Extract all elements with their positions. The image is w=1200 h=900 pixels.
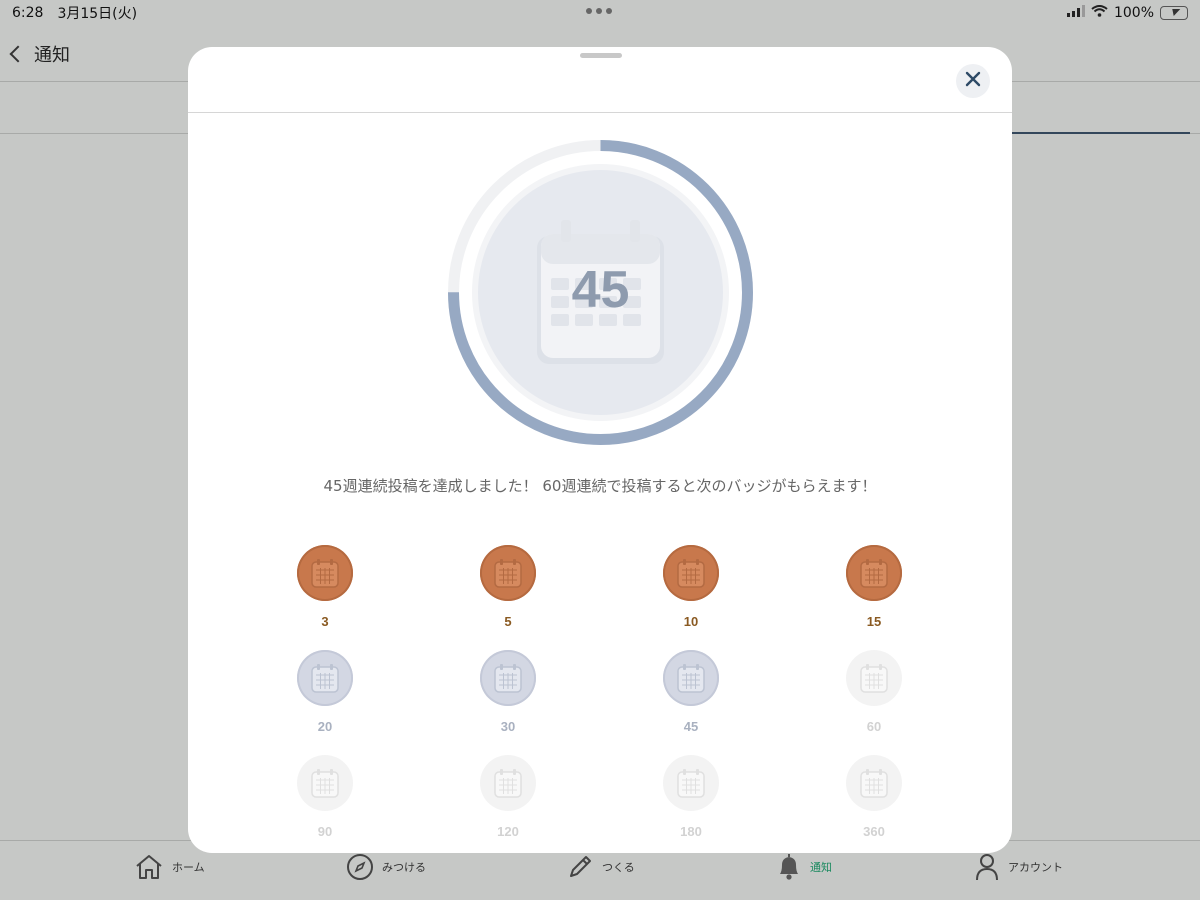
badge-label: 5 <box>504 614 512 629</box>
badge-label: 20 <box>317 719 333 734</box>
achieved-weeks-number: 45 <box>571 261 630 319</box>
badge-label: 45 <box>683 719 699 734</box>
achievement-message: 45週連続投稿を達成しました！ 60週連続で投稿すると次のバッジがもらえます！ <box>323 477 877 495</box>
close-icon <box>965 71 981 91</box>
tab-notifications[interactable]: 通知 <box>776 853 832 881</box>
battery-percent: 100% <box>1113 5 1154 21</box>
badge-item[interactable]: 90 <box>265 755 385 839</box>
multitasking-dots[interactable] <box>586 8 612 14</box>
badge-label: 30 <box>500 719 516 734</box>
badge-label: 180 <box>680 824 702 839</box>
badge-modal: 45 45週連続投稿を達成しました！ 60週連続で投稿すると次のバッジがもらえま… <box>188 47 1012 853</box>
bell-icon <box>776 853 802 881</box>
back-button[interactable]: 通知 <box>9 41 70 67</box>
status-time: 6:28 <box>12 5 44 21</box>
tab-label: 通知 <box>810 861 832 874</box>
calendar-icon <box>480 650 536 706</box>
battery-icon <box>1160 6 1188 20</box>
calendar-icon <box>480 755 536 811</box>
badge-item[interactable]: 30 <box>448 650 568 734</box>
chevron-left-icon <box>9 45 27 62</box>
tab-account[interactable]: アカウント <box>974 853 1063 881</box>
badge-item[interactable]: 45 <box>631 650 751 734</box>
calendar-icon <box>663 755 719 811</box>
home-icon <box>134 853 164 881</box>
tab-discover[interactable]: みつける <box>346 853 426 881</box>
tab-label: ホーム <box>172 861 205 874</box>
calendar-icon <box>663 650 719 706</box>
badge-label: 10 <box>683 614 699 629</box>
badge-label: 90 <box>317 824 333 839</box>
tab-create[interactable]: つくる <box>566 853 635 881</box>
tab-label: アカウント <box>1008 861 1063 874</box>
badge-item[interactable]: 180 <box>631 755 751 839</box>
calendar-icon <box>663 545 719 601</box>
calendar-icon <box>297 545 353 601</box>
badge-item[interactable]: 15 <box>814 545 934 629</box>
tab-home[interactable]: ホーム <box>134 853 205 881</box>
calendar-icon <box>297 650 353 706</box>
calendar-icon <box>480 545 536 601</box>
calendar-icon <box>297 755 353 811</box>
wifi-icon <box>1091 5 1108 21</box>
badge-label: 360 <box>863 824 885 839</box>
badge-item[interactable]: 60 <box>814 650 934 734</box>
pencil-icon <box>566 853 594 881</box>
calendar-icon <box>846 755 902 811</box>
badge-item[interactable]: 120 <box>448 755 568 839</box>
tab-label: つくる <box>602 861 635 874</box>
status-date: 3月15日(火) <box>57 6 138 22</box>
active-segment-indicator <box>1012 132 1190 134</box>
badge-label: 60 <box>866 719 882 734</box>
compass-icon <box>346 853 374 881</box>
back-button-label: 通知 <box>34 44 70 66</box>
badge-item[interactable]: 360 <box>814 755 934 839</box>
badge-label: 120 <box>497 824 519 839</box>
badge-item[interactable]: 5 <box>448 545 568 629</box>
badge-item[interactable]: 20 <box>265 650 385 734</box>
badge-label: 3 <box>321 614 329 629</box>
badge-label: 15 <box>866 614 882 629</box>
badge-item[interactable]: 3 <box>265 545 385 629</box>
tab-label: みつける <box>382 861 426 874</box>
current-badge: 45 <box>448 140 753 445</box>
modal-header <box>188 47 1012 113</box>
calendar-icon <box>846 650 902 706</box>
calendar-icon <box>846 545 902 601</box>
signal-icon <box>1066 5 1085 21</box>
close-button[interactable] <box>956 64 990 98</box>
person-icon <box>974 853 1000 881</box>
badge-item[interactable]: 10 <box>631 545 751 629</box>
